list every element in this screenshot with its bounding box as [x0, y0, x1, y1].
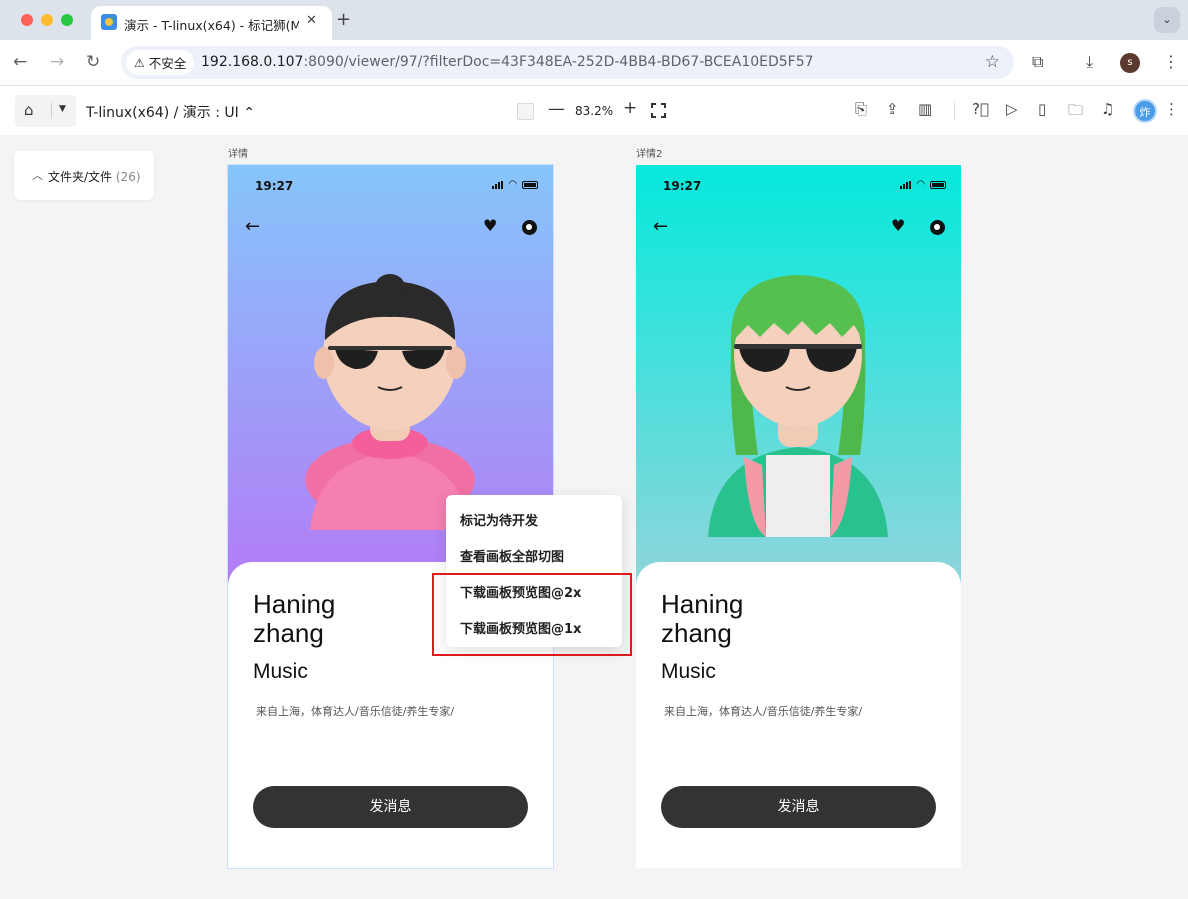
profile-name-line1: Haning — [661, 589, 744, 619]
new-tab-button[interactable]: + — [336, 9, 351, 30]
background-color-swatch[interactable] — [517, 103, 534, 120]
layout-panels-icon[interactable]: ▥ — [918, 100, 932, 118]
back-icon[interactable]: ← — [13, 52, 27, 72]
help-icon[interactable]: ?⃝ — [972, 100, 989, 118]
close-window-button[interactable] — [21, 14, 33, 26]
send-message-button[interactable]: 发消息 — [253, 786, 528, 828]
fit-screen-icon[interactable] — [651, 103, 666, 118]
profile-avatar[interactable]: s — [1120, 53, 1140, 73]
tab-title: 演示 - T-linux(x64) - 标记狮(M — [124, 18, 299, 33]
user-avatar[interactable]: 炸 — [1133, 99, 1157, 123]
profile-name: Haning zhang — [253, 590, 335, 648]
history-folder-icon[interactable]: 🗀 — [1068, 100, 1083, 125]
browser-tab[interactable]: 演示 - T-linux(x64) - 标记狮(M ✕ — [91, 6, 332, 40]
url-host: 192.168.0.107 — [201, 54, 304, 70]
favicon-icon — [101, 14, 117, 30]
breadcrumb[interactable]: T-linux(x64) / 演示 : UI ⌃ — [86, 102, 255, 122]
url-text[interactable]: 192.168.0.107:8090/viewer/97/?filterDoc=… — [201, 54, 814, 70]
profile-panel: Haning zhang Music 来自上海，体育达人/音乐信徒/养生专家/ 发… — [636, 562, 961, 868]
forward-icon[interactable]: → — [50, 52, 64, 72]
menu-item-mark-todo[interactable]: 标记为待开发 — [460, 510, 538, 529]
chevron-up-icon[interactable]: ︿ — [32, 167, 43, 183]
divider — [954, 102, 955, 120]
zoom-level[interactable]: 83.2% — [575, 104, 613, 118]
play-icon[interactable]: ▷ — [1006, 100, 1018, 118]
browser-menu-icon[interactable]: ⋮ — [1163, 52, 1179, 71]
home-button[interactable]: ⌂ ▼ — [15, 95, 76, 127]
browser-titlebar: 演示 - T-linux(x64) - 标记狮(M ✕ + ⌄ — [0, 0, 1188, 40]
extensions-icon[interactable]: ⧉ — [1032, 52, 1043, 72]
bookmark-star-icon[interactable]: ☆ — [985, 52, 1000, 72]
close-tab-icon[interactable]: ✕ — [306, 13, 317, 28]
security-chip[interactable]: ⚠ 不安全 — [126, 50, 195, 75]
artboard-label[interactable]: 详情2 — [636, 145, 662, 160]
minimize-window-button[interactable] — [41, 14, 53, 26]
share-upload-icon[interactable]: ⇪ — [886, 100, 899, 118]
address-bar[interactable]: ⚠ 不安全 192.168.0.107:8090/viewer/97/?filt… — [121, 46, 1014, 79]
send-message-button[interactable]: 发消息 — [661, 786, 936, 828]
profile-role: Music — [661, 660, 716, 683]
profile-name-line1: Haning — [253, 589, 336, 619]
profile-name: Haning zhang — [661, 590, 743, 648]
export-file-icon[interactable]: ⎘ — [855, 100, 867, 118]
profile-name-line2: zhang — [661, 618, 732, 648]
tab-search-chevron-icon[interactable]: ⌄ — [1154, 7, 1180, 33]
more-menu-icon[interactable]: ⋮ — [1164, 100, 1179, 118]
caret-down-icon[interactable]: ▼ — [59, 104, 66, 114]
hero-banner: 19:27 ◠ ← ♥ — [636, 165, 961, 585]
menu-item-view-slices[interactable]: 查看画板全部切图 — [460, 546, 564, 565]
folder-label: 文件夹/文件 — [48, 170, 113, 184]
profile-role: Music — [253, 660, 308, 683]
artboard-detail-2[interactable]: 19:27 ◠ ← ♥ Haning zhang Music 来自上海，体育达人… — [636, 165, 961, 868]
browser-toolbar: ← → ↻ ⚠ 不安全 192.168.0.107:8090/viewer/97… — [0, 40, 1188, 86]
artboard-label[interactable]: 详情 — [228, 145, 248, 160]
folder-count: (26) — [115, 170, 141, 184]
warning-icon: ⚠ — [134, 55, 145, 70]
zoom-in-icon[interactable]: + — [623, 98, 637, 118]
notification-bell-icon[interactable]: ♫ — [1101, 100, 1114, 118]
profile-description: 来自上海，体育达人/音乐信徒/养生专家/ — [664, 705, 863, 718]
download-icon[interactable]: ⤓ — [1086, 52, 1093, 72]
zoom-out-icon[interactable]: — — [548, 99, 565, 119]
device-icon[interactable]: ▯ — [1038, 100, 1046, 118]
divider — [51, 103, 52, 119]
app-toolbar: ⌂ ▼ T-linux(x64) / 演示 : UI ⌃ — 83.2% + ⎘… — [0, 87, 1188, 135]
reload-icon[interactable]: ↻ — [86, 52, 100, 72]
highlight-box — [432, 573, 632, 656]
folder-panel[interactable]: ︿ 文件夹/文件 (26) — [14, 151, 154, 200]
avatar-illustration — [708, 275, 888, 537]
url-path: :8090/viewer/97/?filterDoc=43F348EA-252D… — [303, 54, 814, 70]
security-label: 不安全 — [148, 56, 187, 71]
home-icon[interactable]: ⌂ — [24, 101, 34, 119]
maximize-window-button[interactable] — [61, 14, 73, 26]
profile-description: 来自上海，体育达人/音乐信徒/养生专家/ — [256, 705, 455, 718]
profile-name-line2: zhang — [253, 618, 324, 648]
